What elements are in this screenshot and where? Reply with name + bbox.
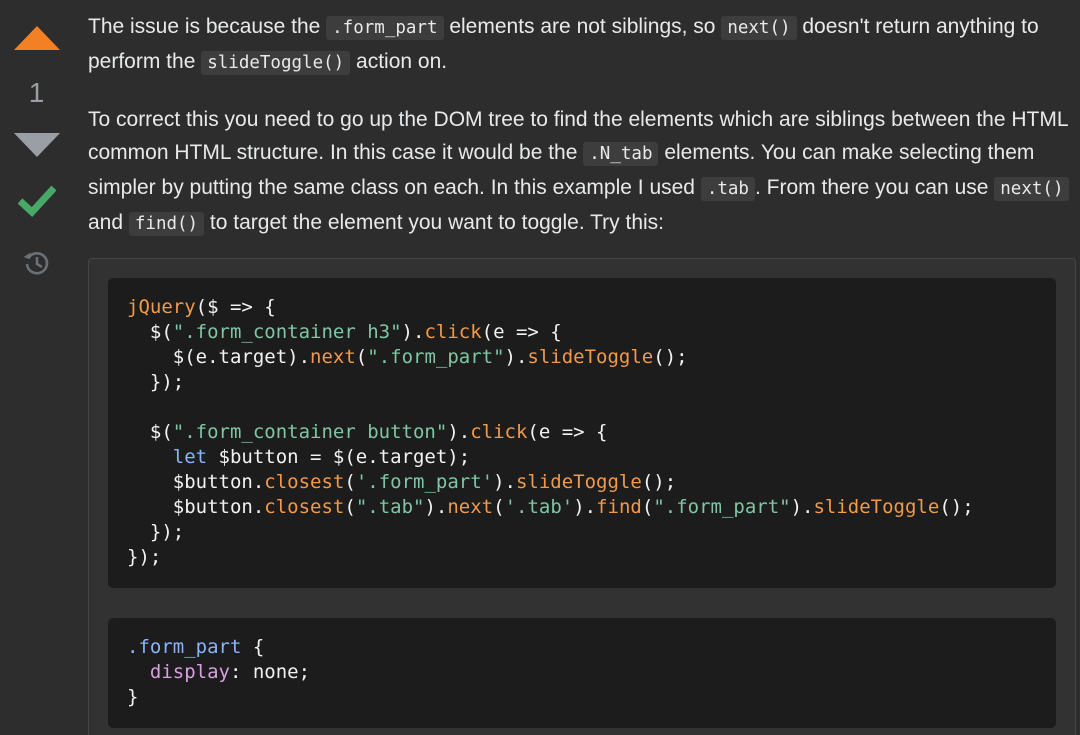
inline-code: find() xyxy=(128,212,205,236)
inline-code: next() xyxy=(721,16,797,40)
text: to target the element you want to toggle… xyxy=(204,211,665,234)
inline-code: slideToggle() xyxy=(201,51,351,75)
css-code-block[interactable]: .form_part { display: none; } xyxy=(108,618,1056,728)
text: action on. xyxy=(350,50,448,73)
answer-paragraph-1: The issue is because the .form_part elem… xyxy=(88,10,1076,80)
text: . From there you can use xyxy=(754,176,995,199)
text: The issue is because the xyxy=(88,15,327,38)
css-code: .form_part { display: none; } xyxy=(127,636,311,708)
downvote-arrow-icon[interactable] xyxy=(14,133,60,157)
inline-code: .tab xyxy=(700,177,755,201)
js-code-block[interactable]: jQuery($ => { $(".form_container h3").cl… xyxy=(108,278,1056,588)
inline-code: next() xyxy=(994,177,1070,201)
vote-count: 1 xyxy=(28,77,45,108)
answer-paragraph-2: To correct this you need to go up the DO… xyxy=(88,103,1076,241)
accepted-check-icon xyxy=(18,185,56,217)
answer-post: 1 The issue is because the .form_part el… xyxy=(0,0,1080,735)
answer-body: The issue is because the .form_part elem… xyxy=(88,10,1076,263)
code-snippet: jQuery($ => { $(".form_container h3").cl… xyxy=(88,258,1076,735)
history-icon[interactable] xyxy=(22,249,50,277)
inline-code: .N_tab xyxy=(583,142,659,166)
upvote-arrow-icon[interactable] xyxy=(14,26,60,50)
js-code: jQuery($ => { $(".form_container h3").cl… xyxy=(127,296,974,568)
text: and xyxy=(88,211,129,234)
text: elements are not siblings, so xyxy=(443,15,722,38)
inline-code: .form_part xyxy=(326,16,444,40)
